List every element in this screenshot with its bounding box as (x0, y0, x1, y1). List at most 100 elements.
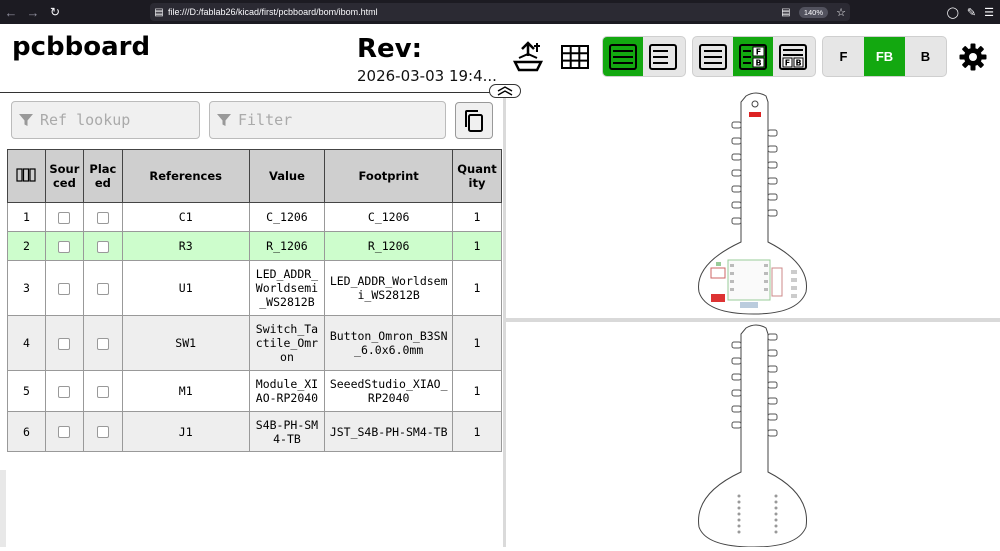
sourced-checkbox[interactable] (58, 211, 71, 224)
references-cell: SW1 (121, 315, 250, 371)
sourced-checkbox[interactable] (58, 426, 71, 438)
dark-mode-icon[interactable] (510, 39, 546, 75)
svg-text:B: B (795, 58, 801, 67)
row-number: 2 (7, 231, 46, 261)
footprint-cell: R_1206 (324, 231, 453, 261)
references-cell: R3 (121, 231, 250, 261)
pcb-view-pane (503, 92, 1000, 548)
url-text[interactable]: file:///D:/fablab26/kicad/first/pcbboard… (168, 7, 777, 17)
left-scrollbar[interactable] (0, 470, 6, 547)
column-select-icon (16, 167, 37, 182)
ref-lookup-input[interactable]: Ref lookup (11, 101, 200, 139)
svg-text:F: F (785, 58, 790, 67)
quantity-cell: 1 (451, 231, 503, 261)
sourced-checkbox[interactable] (58, 385, 71, 398)
quantity-cell: 1 (451, 202, 503, 232)
extensions-icon[interactable]: ✎ (967, 6, 976, 19)
column-references-header[interactable]: References (121, 149, 250, 203)
pcb-back-canvas[interactable] (506, 322, 1000, 548)
quantity-cell: 1 (451, 370, 503, 412)
references-cell: C1 (121, 202, 250, 232)
bom-fb-icon[interactable]: F B (733, 37, 773, 76)
filter-input[interactable]: Filter (209, 101, 446, 139)
bom-top-bottom-icon[interactable] (643, 37, 683, 76)
row-number: 5 (7, 370, 46, 412)
references-cell: J1 (121, 411, 250, 452)
menu-icon[interactable]: ☰ (984, 6, 994, 19)
column-value-header[interactable]: Value (248, 149, 326, 203)
layer-back-button[interactable]: B (905, 37, 946, 76)
reader-view-icon[interactable]: ▤ (777, 7, 795, 18)
settings-gear-icon[interactable] (956, 40, 990, 74)
svg-text:B: B (755, 58, 761, 67)
table-row-selected[interactable]: 2 R3 R_1206 R_1206 1 (7, 231, 503, 261)
sourced-checkbox[interactable] (58, 337, 71, 350)
sourced-checkbox[interactable] (58, 240, 71, 253)
layout-toggle-group (602, 36, 686, 77)
placed-checkbox[interactable] (96, 385, 109, 398)
footprint-cell: LED_ADDR_Worldsemi_WS2812B (324, 260, 453, 316)
value-cell: Module_XIAO-RP2040 (248, 370, 326, 412)
table-row[interactable]: 1 C1 C_1206 C_1206 1 (7, 202, 503, 232)
footprint-cell: JST_S4B-PH-SM4-TB (324, 411, 453, 452)
placed-checkbox[interactable] (96, 282, 109, 295)
value-cell: C_1206 (248, 202, 326, 232)
references-cell: M1 (121, 370, 250, 412)
placed-checkbox[interactable] (96, 337, 109, 350)
reload-icon[interactable]: ↻ (44, 0, 66, 24)
table-row[interactable]: 5 M1 Module_XIAO-RP2040 SeeedStudio_XIAO… (7, 370, 503, 412)
footprint-cell: Button_Omron_B3SN_6.0x6.0mm (324, 315, 453, 371)
pcb-front-canvas[interactable] (506, 92, 1000, 318)
zoom-level-badge[interactable]: 140% (798, 6, 828, 18)
grid-icon[interactable] (558, 40, 592, 74)
filter-placeholder: Filter (238, 111, 293, 129)
placed-checkbox[interactable] (96, 211, 109, 224)
address-bar[interactable]: ▤ file:///D:/fablab26/kicad/first/pcbboa… (150, 3, 850, 21)
bom-f-b-split-icon[interactable]: F B (773, 37, 813, 76)
footprint-cell: C_1206 (324, 202, 453, 232)
bookmark-star-icon[interactable]: ☆ (832, 6, 850, 19)
table-row[interactable]: 6 J1 S4B-PH-SM4-TB JST_S4B-PH-SM4-TB 1 (7, 411, 503, 452)
revision-date: 2026-03-03 19:4... (357, 67, 497, 85)
row-number: 3 (7, 260, 46, 316)
revision-label: Rev: (357, 34, 422, 64)
funnel-icon (12, 112, 40, 128)
bom-table: Sour ced Plac ed References Value Footpr… (7, 149, 503, 452)
row-number: 4 (7, 315, 46, 371)
file-icon: ▤ (154, 6, 164, 18)
copy-button[interactable] (455, 102, 493, 139)
collapse-chevron-icon[interactable] (489, 84, 521, 98)
placed-checkbox[interactable] (96, 240, 109, 253)
funnel-icon (210, 112, 238, 128)
bom-pane: Ref lookup Filter Sour ced Plac ed Refer… (0, 92, 503, 547)
bom-only-icon[interactable] (693, 37, 733, 76)
account-icon[interactable]: ◯ (947, 6, 959, 19)
value-cell: S4B-PH-SM4-TB (248, 411, 326, 452)
value-cell: LED_ADDR_Worldsemi_WS2812B (248, 260, 326, 316)
page-title: pcbboard (12, 32, 151, 62)
bom-mode-group: F B F B (692, 36, 816, 77)
sourced-checkbox[interactable] (58, 282, 71, 295)
quantity-cell: 1 (451, 411, 503, 452)
column-sourced-header[interactable]: Sour ced (44, 149, 84, 203)
forward-arrow-icon[interactable]: → (22, 0, 44, 24)
bom-header-row: Sour ced Plac ed References Value Footpr… (7, 149, 503, 203)
table-row[interactable]: 3 U1 LED_ADDR_Worldsemi_WS2812B LED_ADDR… (7, 260, 503, 316)
row-number: 1 (7, 202, 46, 232)
column-number-header[interactable] (7, 149, 46, 203)
column-quantity-header[interactable]: Quant ity (451, 149, 503, 203)
column-placed-header[interactable]: Plac ed (82, 149, 123, 203)
value-cell: Switch_Tactile_Omron (248, 315, 326, 371)
layer-front-button[interactable]: F (823, 37, 864, 76)
bom-left-right-icon[interactable] (603, 37, 643, 76)
layer-toggle-group: F FB B (822, 36, 947, 77)
table-row[interactable]: 4 SW1 Switch_Tactile_Omron Button_Omron_… (7, 315, 503, 371)
ibom-topbar: pcbboard Rev: 2026-03-03 19:4... F B F B… (0, 24, 1000, 90)
copy-icon (465, 109, 483, 132)
back-arrow-icon[interactable]: ← (0, 0, 22, 24)
quantity-cell: 1 (451, 315, 503, 371)
placed-checkbox[interactable] (96, 426, 109, 438)
layer-both-button[interactable]: FB (864, 37, 905, 76)
browser-toolbar: ← → ↻ ▤ file:///D:/fablab26/kicad/first/… (0, 0, 1000, 24)
column-footprint-header[interactable]: Footprint (324, 149, 453, 203)
